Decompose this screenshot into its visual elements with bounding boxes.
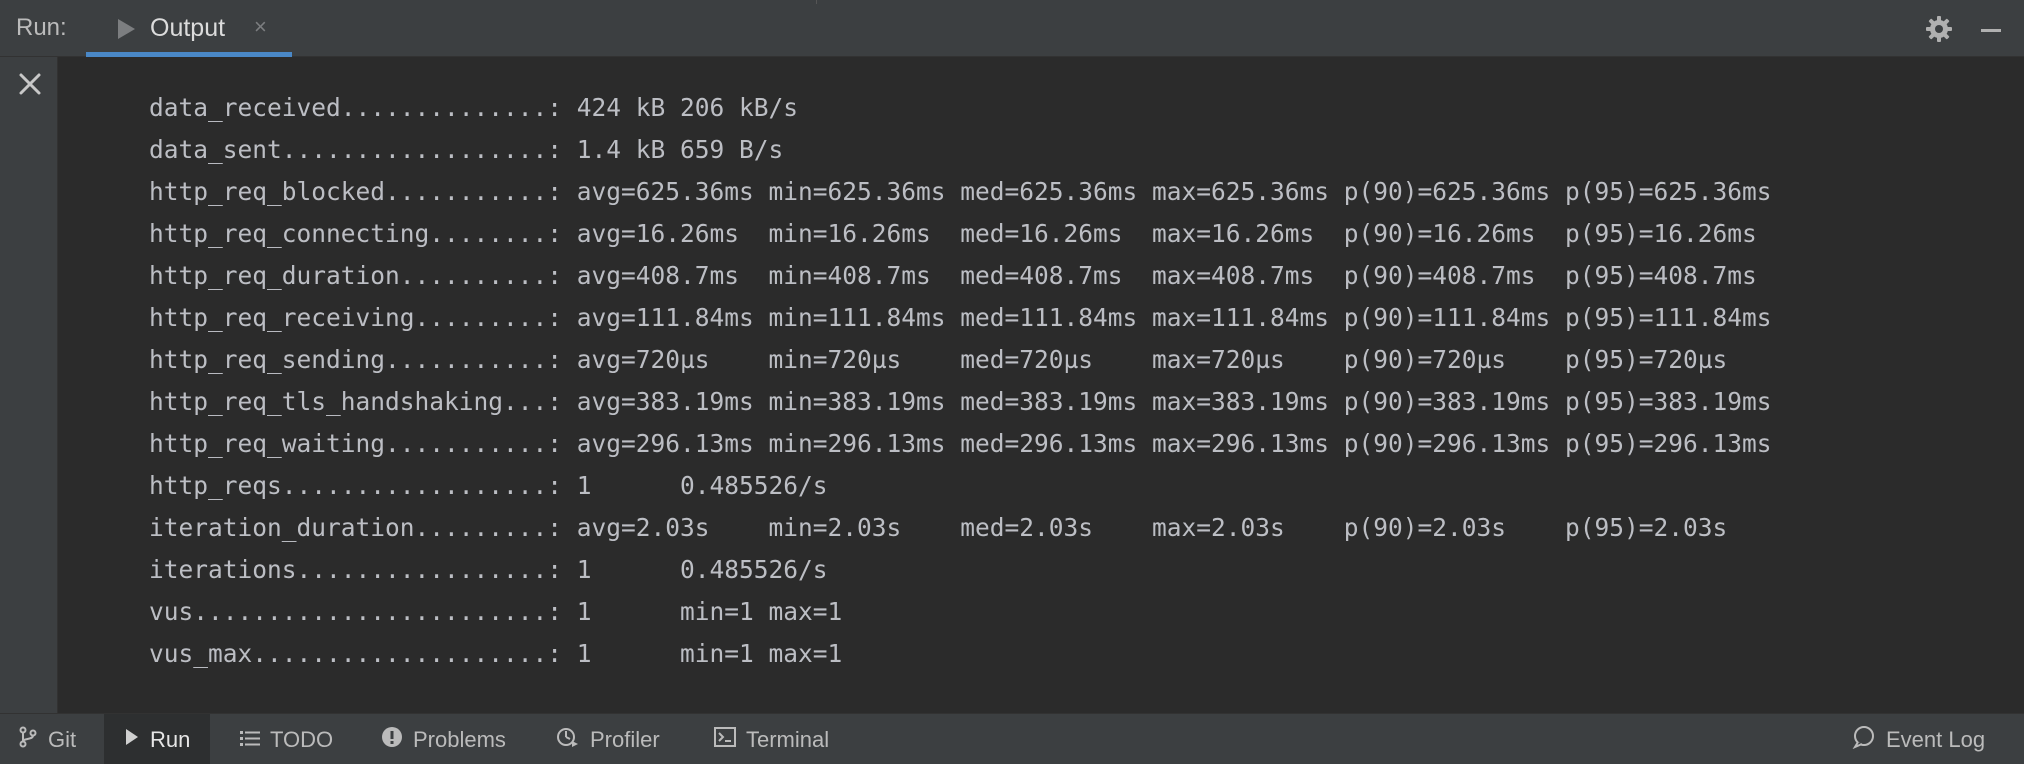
- toolbar-terminal[interactable]: Terminal: [714, 714, 829, 764]
- toolbar-git[interactable]: Git: [18, 714, 76, 764]
- run-tool-window-header: Run: Output ×: [0, 0, 2024, 57]
- console-line: vus_max....................: 1 min=1 max…: [149, 639, 843, 668]
- toolbar-profiler[interactable]: Profiler: [556, 714, 660, 764]
- console-output[interactable]: data_received..............: 424 kB 206 …: [58, 57, 2024, 713]
- console-line: iteration_duration.........: avg=2.03s m…: [149, 513, 1728, 542]
- close-icon[interactable]: [15, 69, 45, 99]
- console-lines: data_received..............: 424 kB 206 …: [149, 87, 1772, 675]
- toolbar-git-label: Git: [48, 726, 77, 752]
- terminal-icon: [714, 726, 746, 753]
- header-divider: [816, 0, 817, 4]
- git-branch-icon: [18, 726, 48, 754]
- gear-icon[interactable]: [1924, 14, 1954, 44]
- toolbar-todo-label: TODO: [270, 726, 334, 752]
- run-label: Run:: [16, 14, 67, 41]
- tool-window-bar: Git Run TODO Problems Profiler Terminal …: [0, 713, 2024, 764]
- run-gutter: [0, 57, 58, 713]
- toolbar-event-log[interactable]: Event Log: [1852, 714, 1985, 764]
- speech-bubble-icon: [1852, 725, 1886, 755]
- console-line: http_req_blocked...........: avg=625.36m…: [149, 177, 1772, 206]
- toolbar-terminal-label: Terminal: [746, 726, 830, 752]
- toolbar-profiler-label: Profiler: [590, 726, 660, 752]
- console-line: http_req_sending...........: avg=720µs m…: [149, 345, 1728, 374]
- console-line: data_sent..................: 1.4 kB 659 …: [149, 135, 784, 164]
- toolbar-problems[interactable]: Problems: [381, 714, 506, 764]
- console-line: http_req_duration..........: avg=408.7ms…: [149, 261, 1757, 290]
- toolbar-problems-label: Problems: [413, 726, 506, 752]
- console-line: iterations.................: 1 0.485526/…: [149, 555, 828, 584]
- console-line: http_req_waiting...........: avg=296.13m…: [149, 429, 1772, 458]
- console-line: http_req_receiving.........: avg=111.84m…: [149, 303, 1772, 332]
- toolbar-event-log-label: Event Log: [1886, 726, 1986, 752]
- play-icon: [124, 727, 150, 753]
- console-line: http_req_connecting........: avg=16.26ms…: [149, 219, 1757, 248]
- minimize-icon[interactable]: [1981, 29, 2001, 32]
- tab-close-icon[interactable]: ×: [254, 14, 267, 40]
- tab-output-label: Output: [150, 14, 226, 42]
- warning-icon: [381, 726, 413, 754]
- console-line: data_received..............: 424 kB 206 …: [149, 93, 799, 122]
- play-icon: [118, 19, 135, 39]
- console-line: http_reqs..................: 1 0.485526/…: [149, 471, 828, 500]
- console-line: http_req_tls_handshaking...: avg=383.19m…: [149, 387, 1772, 416]
- toolbar-run[interactable]: Run: [104, 714, 210, 764]
- console-line: vus........................: 1 min=1 max…: [149, 597, 843, 626]
- profiler-icon: [556, 725, 590, 755]
- toolbar-run-label: Run: [150, 726, 191, 752]
- toolbar-todo[interactable]: TODO: [240, 714, 333, 764]
- tab-output[interactable]: Output ×: [86, 0, 292, 57]
- list-icon: [240, 727, 270, 753]
- ide-window: Run: Output × data_received.............…: [0, 0, 2024, 764]
